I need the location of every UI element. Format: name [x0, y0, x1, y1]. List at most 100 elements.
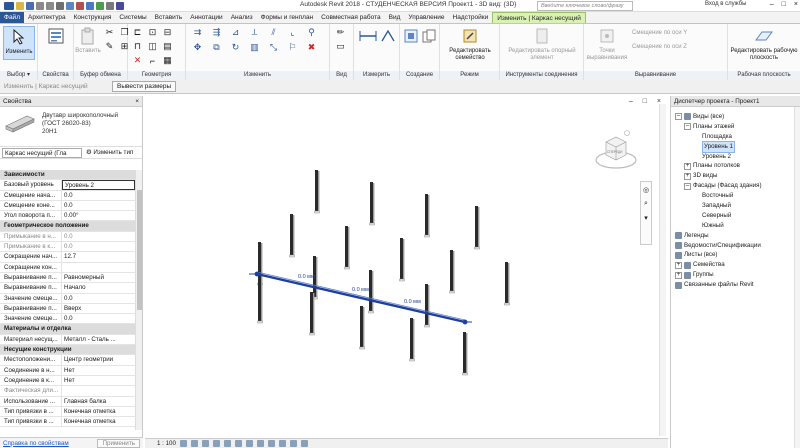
property-row[interactable]: Тип привязки в ... Конечная отметка: [0, 406, 135, 418]
reveal-hidden-icon[interactable]: [278, 440, 286, 447]
column[interactable]: [462, 332, 468, 376]
tree-node[interactable]: Уровень 1: [671, 140, 800, 153]
property-value[interactable]: Главная балка: [62, 397, 135, 406]
tree-node[interactable]: Листы (все): [671, 250, 800, 260]
property-group-header[interactable]: Материалы и отделка: [0, 324, 135, 335]
property-value[interactable]: 0.0: [62, 191, 135, 200]
edit-family-button[interactable]: Редактировать семейство: [442, 26, 498, 62]
text-icon[interactable]: [76, 1, 84, 10]
close-properties-icon[interactable]: ×: [135, 96, 139, 107]
property-value[interactable]: Нет: [62, 366, 135, 375]
tab-view[interactable]: Вид: [385, 12, 405, 23]
show-crop-icon[interactable]: [245, 440, 253, 447]
column[interactable]: [257, 242, 263, 286]
viewcube[interactable]: СПЕРЕДИ: [593, 128, 639, 174]
collapse-icon[interactable]: –: [684, 182, 691, 190]
property-value[interactable]: Нет: [62, 376, 135, 385]
split-face-icon[interactable]: ◫: [147, 41, 158, 52]
similar-button[interactable]: [420, 26, 438, 48]
tree-node[interactable]: Западный: [671, 201, 800, 211]
close-button[interactable]: ×: [794, 1, 798, 8]
column[interactable]: [359, 306, 365, 350]
cut-icon[interactable]: ✂: [104, 27, 115, 38]
property-row[interactable]: Выравнивание п... Начало: [0, 283, 135, 294]
property-row[interactable]: Значение смеще... 0.0: [0, 293, 135, 304]
detail-level-icon[interactable]: [179, 440, 187, 447]
render-icon[interactable]: [223, 440, 231, 447]
property-value[interactable]: Равномерный: [62, 273, 135, 282]
property-group-header[interactable]: Несущие конструкции: [0, 345, 135, 356]
highlight-displacement-icon[interactable]: [300, 440, 308, 447]
apply-button[interactable]: Применить: [97, 438, 140, 448]
column[interactable]: [504, 262, 510, 306]
expand-icon[interactable]: +: [684, 172, 691, 180]
property-row[interactable]: Фактическая дли...: [0, 386, 135, 397]
property-value[interactable]: Центр геометрии: [62, 355, 135, 364]
column[interactable]: [474, 206, 480, 250]
expand-icon[interactable]: +: [684, 162, 691, 170]
search-input[interactable]: Введите ключевое слово/фразу: [537, 1, 633, 11]
project-browser-scrollbar[interactable]: [794, 107, 800, 448]
property-value[interactable]: [62, 386, 135, 395]
property-value[interactable]: 12.7: [62, 252, 135, 261]
collapse-icon[interactable]: –: [675, 113, 682, 121]
measure-button[interactable]: [358, 26, 378, 48]
column[interactable]: [424, 194, 430, 238]
align-icon[interactable]: ⇉: [192, 27, 203, 38]
tab-insert[interactable]: Вставить: [151, 12, 187, 23]
tab-annotate[interactable]: Аннотации: [186, 12, 227, 23]
rotate-icon[interactable]: ↻: [230, 42, 241, 53]
properties-scroll-thumb[interactable]: [137, 190, 142, 310]
tree-node[interactable]: + Семейства: [671, 260, 800, 270]
cut-geometry-icon[interactable]: ⊡: [147, 27, 158, 38]
collapse-icon[interactable]: –: [684, 123, 691, 131]
demolish-icon[interactable]: ✕: [132, 55, 143, 66]
column[interactable]: [369, 182, 375, 226]
split-icon[interactable]: ⫽: [268, 27, 279, 38]
property-row[interactable]: Соединение в н... Нет: [0, 365, 135, 376]
model-canvas[interactable]: 0.0 мм 0.0 мм 0.0 мм: [145, 96, 655, 438]
join-geometry-icon[interactable]: ⊟: [162, 27, 173, 38]
close-hidden-icon[interactable]: [116, 1, 124, 10]
cope-icon[interactable]: ⊏: [132, 27, 143, 38]
property-value[interactable]: 0.0: [62, 232, 135, 241]
scale-icon[interactable]: ⤡: [268, 42, 279, 53]
tree-node[interactable]: – Фасады (Фасад здания): [671, 181, 800, 191]
property-row[interactable]: Местоположени... Центр геометрии: [0, 355, 135, 366]
expand-icon[interactable]: +: [675, 261, 682, 269]
offset-icon[interactable]: ⇶: [211, 27, 222, 38]
open-icon[interactable]: [16, 1, 24, 10]
analytical-model-icon[interactable]: [289, 440, 297, 447]
y-offset-button[interactable]: Смещение по оси Y: [632, 30, 687, 36]
3d-viewport[interactable]: – □ × 0.0 мм 0.0 мм 0.0 мм СПЕРЕДИ ◎ ⌕ ▾: [145, 96, 668, 438]
match-type-icon[interactable]: ✎: [104, 41, 115, 52]
property-value[interactable]: [62, 263, 135, 272]
property-group-header[interactable]: Зависимости: [0, 170, 135, 181]
zoom-icon[interactable]: ⌕: [644, 200, 648, 208]
column[interactable]: [309, 292, 315, 336]
mirror-draw-icon[interactable]: ⟂: [249, 27, 260, 38]
property-value[interactable]: Уровень 2: [62, 180, 135, 190]
revit-logo-icon[interactable]: [4, 1, 14, 10]
print-icon[interactable]: [56, 1, 64, 10]
view-override-icon[interactable]: ▭: [335, 41, 346, 52]
type-selector[interactable]: Двутавр широкополочный (ГОСТ 26020-83) 2…: [0, 107, 142, 147]
tree-node[interactable]: Уровень 2: [671, 152, 800, 162]
properties-help-link[interactable]: Справка по свойствам: [3, 440, 69, 447]
column[interactable]: [449, 250, 455, 294]
maximize-button[interactable]: □: [782, 1, 786, 8]
tab-collaborate[interactable]: Совместная работа: [317, 12, 384, 23]
property-row[interactable]: Смещение коне... 0.0: [0, 200, 135, 212]
sign-in-link[interactable]: Вход в службы: [705, 1, 747, 7]
crop-view-icon[interactable]: [234, 440, 242, 447]
property-row[interactable]: Выравнивание п... Равномерный: [0, 272, 135, 284]
3d-view-icon[interactable]: [86, 1, 94, 10]
tab-analyze[interactable]: Анализ: [227, 12, 257, 23]
mirror-axis-icon[interactable]: ⊿: [230, 27, 241, 38]
property-row[interactable]: Тип привязки в ... Конечная отметка: [0, 417, 135, 428]
column[interactable]: [344, 226, 350, 270]
property-row[interactable]: Сокращение кон...: [0, 262, 135, 273]
properties-scrollbar[interactable]: [135, 170, 142, 430]
tree-node[interactable]: Площадка: [671, 132, 800, 142]
z-offset-button[interactable]: Смещение по оси Z: [632, 44, 687, 50]
